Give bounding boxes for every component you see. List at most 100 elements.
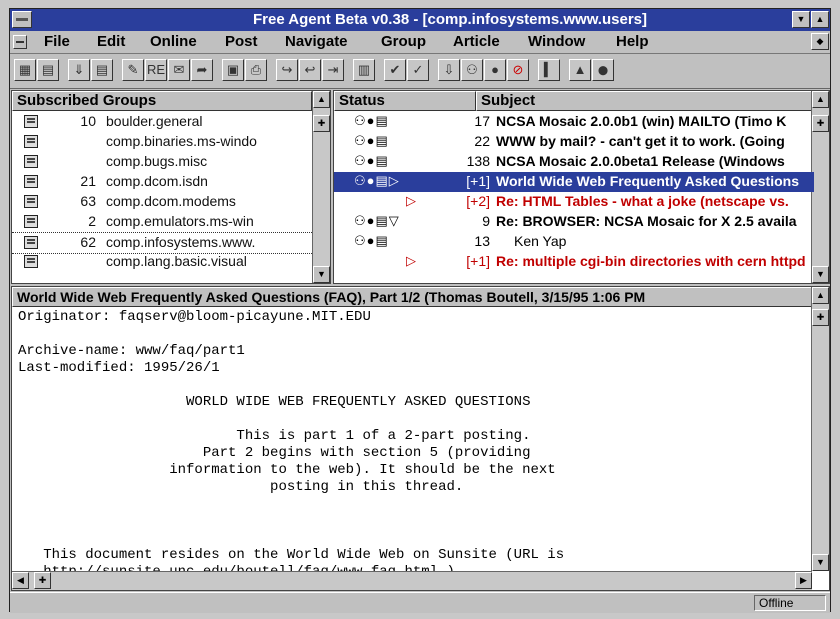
toolbar: ▦ ▤ ⇓ ▤ ✎ RE ✉ ➦ ▣ ⎙ ↪ ↩ ⇥ ▥ ✔ ✓ ⇩ ⚇ ● ⊘… xyxy=(10,54,830,89)
article-line-count: 17 xyxy=(474,113,490,129)
group-row[interactable]: comp.lang.basic.visual xyxy=(12,252,312,272)
ignore-icon[interactable]: ⊘ xyxy=(507,59,529,81)
scroll-thumb[interactable]: ✚ xyxy=(812,309,829,326)
bookmark-icon[interactable]: ▍ xyxy=(538,59,560,81)
get-marked-icon[interactable]: ▤ xyxy=(91,59,113,81)
group-row[interactable]: 2 comp.emulators.ms-win xyxy=(12,212,312,232)
keep-icon[interactable]: ⇩ xyxy=(438,59,460,81)
forward-icon[interactable]: ➦ xyxy=(191,59,213,81)
scroll-thumb[interactable]: ✚ xyxy=(812,115,829,132)
next-icon[interactable]: ↪ xyxy=(276,59,298,81)
scroll-down-button[interactable]: ▼ xyxy=(812,554,829,571)
restore-button[interactable]: ◆ xyxy=(811,33,829,50)
article-status-icons: ⚇●▤ xyxy=(354,133,389,148)
article-subject: Ken Yap xyxy=(514,233,567,249)
menu-group[interactable]: Group xyxy=(381,33,426,50)
title-bar[interactable]: Free Agent Beta v0.38 - [comp.infosystem… xyxy=(10,9,830,31)
message-body-area[interactable]: Originator: faqserv@bloom-picayune.MIT.E… xyxy=(12,307,812,571)
hscroll-thumb[interactable]: ✚ xyxy=(34,572,51,589)
reply-icon[interactable]: RE xyxy=(145,59,167,81)
next-unread-icon[interactable]: ⇥ xyxy=(322,59,344,81)
groups-scrollbar[interactable]: ▲ ✚ ▼ xyxy=(312,91,330,283)
binoculars-icon[interactable]: ⚇ xyxy=(461,59,483,81)
newsgroup-icon xyxy=(24,175,38,188)
menu-article[interactable]: Article xyxy=(453,33,500,50)
menu-post[interactable]: Post xyxy=(225,33,258,50)
article-row[interactable]: ⚇●▤▷ [+1] World Wide Web Frequently Asked … xyxy=(334,172,814,192)
minimize-button[interactable]: ▼ xyxy=(792,11,810,28)
article-row[interactable]: ⚇●▤ 22 WWW by mail? - can't get it to work… xyxy=(334,132,814,152)
article-row[interactable]: ⚇●▤ 17 NCSA Mosaic 2.0.0b1 (win) MAILTO (T… xyxy=(334,112,814,132)
article-line-count: [+1] xyxy=(466,253,490,269)
article-status-icons: ⚇●▤ xyxy=(354,113,389,128)
scroll-down-button[interactable]: ▼ xyxy=(812,266,829,283)
unread-count: 10 xyxy=(80,113,96,129)
newsgroup-icon xyxy=(24,215,38,228)
newsgroup-icon xyxy=(24,155,38,168)
group-row[interactable]: 62 comp.infosystems.www. xyxy=(12,232,312,254)
subject-column-header[interactable]: Subject xyxy=(476,91,814,111)
menu-window[interactable]: Window xyxy=(528,33,585,50)
reply-email-icon[interactable]: ✉ xyxy=(168,59,190,81)
document-menu-button[interactable] xyxy=(13,35,27,49)
article-line-count: 9 xyxy=(482,213,490,229)
previous-icon[interactable]: ↩ xyxy=(299,59,321,81)
get-new-headers-icon[interactable]: ▦ xyxy=(14,59,36,81)
get-article-icon[interactable]: ⇓ xyxy=(68,59,90,81)
article-subject: Re: BROWSER: NCSA Mosaic for X 2.5 avail… xyxy=(496,213,797,229)
group-row[interactable]: comp.binaries.ms-windo xyxy=(12,132,312,152)
scroll-down-button[interactable]: ▼ xyxy=(313,266,330,283)
article-row[interactable]: ⚇●▤▽ 9 Re: BROWSER: NCSA Mosaic for X 2.5 … xyxy=(334,212,814,232)
menu-help[interactable]: Help xyxy=(616,33,649,50)
menu-edit[interactable]: Edit xyxy=(97,33,125,50)
main-window: Free Agent Beta v0.38 - [comp.infosystem… xyxy=(9,8,831,613)
scroll-right-button[interactable]: ▶ xyxy=(795,572,812,589)
group-row[interactable]: 10 boulder.general xyxy=(12,112,312,132)
article-subject: NCSA Mosaic 2.0.0beta1 Release (Windows xyxy=(496,153,785,169)
menu-navigate[interactable]: Navigate xyxy=(285,33,348,50)
watch-icon[interactable]: ✓ xyxy=(407,59,429,81)
message-title: World Wide Web Frequently Asked Question… xyxy=(12,287,812,307)
menu-file[interactable]: File xyxy=(44,33,70,50)
scroll-up-button[interactable]: ▲ xyxy=(313,91,330,108)
group-row[interactable]: comp.bugs.misc xyxy=(12,152,312,172)
mark-read-icon[interactable]: ✔ xyxy=(384,59,406,81)
article-status-icons: ⚇●▤▷ xyxy=(354,173,400,188)
save-icon[interactable]: ▣ xyxy=(222,59,244,81)
article-row[interactable]: ▷ [+1] Re: multiple cgi-bin directories wi… xyxy=(334,252,814,272)
article-line-count: [+2] xyxy=(466,193,490,209)
group-name: comp.dcom.modems xyxy=(106,193,236,209)
post-article-icon[interactable]: ✎ xyxy=(122,59,144,81)
find-icon[interactable]: ▥ xyxy=(353,59,375,81)
group-row[interactable]: 63 comp.dcom.modems xyxy=(12,192,312,212)
menu-online[interactable]: Online xyxy=(150,33,197,50)
maximize-button[interactable]: ▲ xyxy=(811,11,829,28)
lock-icon[interactable]: ● xyxy=(484,59,506,81)
unread-count: 2 xyxy=(88,213,96,229)
article-status-icons: ⚇●▤ xyxy=(354,153,389,168)
group-name: boulder.general xyxy=(106,113,203,129)
menu-bar: File Edit Online Post Navigate Group Art… xyxy=(10,31,830,54)
scroll-thumb[interactable]: ✚ xyxy=(313,115,330,132)
unread-count: 21 xyxy=(80,173,96,189)
tower-icon[interactable]: ▲ xyxy=(569,59,591,81)
scroll-left-button[interactable]: ◀ xyxy=(12,572,29,589)
message-scrollbar[interactable]: ▲ ✚ ▼ xyxy=(811,287,829,571)
article-row[interactable]: ⚇●▤ 13 Ken Yap xyxy=(334,232,814,252)
horizontal-scrollbar[interactable]: ◀ ✚ ▶ xyxy=(12,571,812,590)
scroll-up-button[interactable]: ▲ xyxy=(812,287,829,304)
group-name: comp.bugs.misc xyxy=(106,153,208,169)
group-row[interactable]: 21 comp.dcom.isdn xyxy=(12,172,312,192)
article-row[interactable]: ⚇●▤ 138 NCSA Mosaic 2.0.0beta1 Release (Wi… xyxy=(334,152,814,172)
article-status-icons: ▷ xyxy=(406,253,417,268)
online-status: Offline xyxy=(754,595,826,611)
article-row[interactable]: ▷ [+2] Re: HTML Tables - what a joke (nets… xyxy=(334,192,814,212)
stop-icon[interactable]: ⬤ xyxy=(592,59,614,81)
article-line-count: 138 xyxy=(466,153,490,169)
unread-count: 63 xyxy=(80,193,96,209)
print-icon[interactable]: ⎙ xyxy=(245,59,267,81)
groups-header[interactable]: Subscribed Groups xyxy=(12,91,312,111)
status-column-header[interactable]: Status xyxy=(334,91,476,111)
get-new-groups-icon[interactable]: ▤ xyxy=(37,59,59,81)
scroll-up-button[interactable]: ▲ xyxy=(812,91,829,108)
